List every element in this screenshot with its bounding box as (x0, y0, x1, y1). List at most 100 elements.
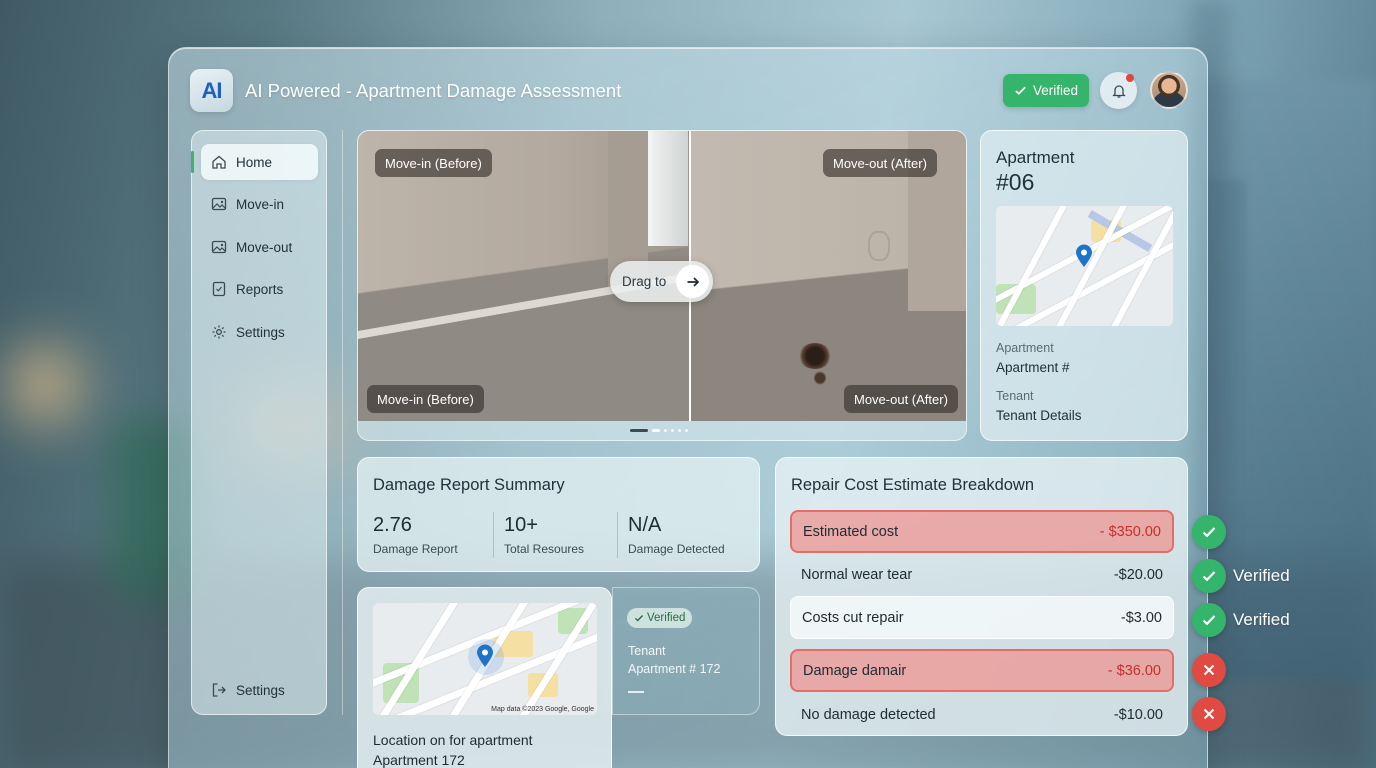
verified-badge[interactable]: Verified (1003, 74, 1089, 107)
sidebar-item-move-out[interactable]: Move-out (201, 229, 318, 265)
apartment-title: Apartment (996, 148, 1075, 167)
report-icon (211, 281, 227, 297)
app-window: AI AI Powered - Apartment Damage Assessm… (168, 47, 1290, 768)
avatar[interactable] (1150, 71, 1188, 109)
carpet-stain-small (814, 371, 826, 385)
carousel-dot[interactable] (664, 429, 667, 432)
stat-value: 10+ (504, 514, 538, 536)
label-after-top: Move-out (After) (823, 149, 937, 177)
verified-badge-label: Verified (1032, 83, 1079, 98)
background-lamp (10, 350, 80, 420)
location-map[interactable]: Map data ©2023 Google, Google (373, 603, 597, 715)
sidebar-item-label: Home (236, 154, 273, 170)
damage-summary-card: Damage Report Summary 2.76 Damage Report… (357, 457, 760, 572)
wall-damage-mark (868, 231, 890, 261)
carousel-dots[interactable] (630, 429, 688, 432)
app-logo: AI (190, 69, 233, 112)
logo-text: AI (201, 77, 223, 103)
sidebar-item-settings[interactable]: Settings (201, 314, 318, 350)
active-indicator (191, 151, 194, 173)
cost-row[interactable]: Estimated cost - $350.00 (790, 510, 1174, 553)
tenant-value[interactable]: Tenant Details (996, 408, 1082, 423)
tenant-card: Verified Tenant Apartment # 172 (612, 587, 760, 715)
tenant-label: Tenant (996, 389, 1034, 403)
tenant-divider (628, 691, 644, 693)
check-circle-icon[interactable] (1192, 603, 1226, 637)
repair-cost-card: Repair Cost Estimate Breakdown Estimated… (775, 457, 1188, 736)
status-verified-text: Verified (1233, 610, 1290, 629)
sidebar-item-home[interactable]: Home (201, 144, 318, 180)
carousel-dot[interactable] (671, 429, 674, 432)
logout-icon (211, 682, 227, 698)
map-pin-icon (1076, 244, 1092, 267)
cost-amount: -$20.00 (1113, 566, 1163, 583)
drag-handle[interactable]: Drag to (610, 261, 713, 302)
sidebar-item-label: Reports (236, 281, 284, 297)
check-icon (634, 615, 644, 622)
repair-title: Repair Cost Estimate Breakdown (791, 476, 1035, 494)
home-icon (211, 154, 227, 170)
arrow-right-icon (676, 265, 709, 298)
stat-label: Damage Detected (628, 542, 725, 556)
image-icon (211, 239, 227, 255)
status-verified-text: Verified (1233, 566, 1290, 585)
sidebar-item-move-in[interactable]: Move-in (201, 186, 318, 222)
summary-title: Damage Report Summary (373, 476, 565, 494)
cost-row[interactable]: Costs cut repair -$3.00 (790, 596, 1174, 639)
stat-total-resources: 10+ Total Resoures (504, 514, 584, 556)
photo-before-window (648, 131, 688, 246)
stat-divider (493, 512, 494, 558)
cost-label: Costs cut repair (802, 609, 904, 626)
map-attribution: Map data ©2023 Google, Google (491, 706, 594, 713)
cost-amount: - $36.00 (1107, 662, 1161, 679)
cost-label: Normal wear tear (801, 566, 913, 583)
x-circle-icon[interactable] (1192, 653, 1226, 687)
drag-label: Drag to (622, 274, 667, 289)
image-icon (211, 196, 227, 212)
notification-dot (1126, 74, 1134, 82)
app-title: AI Powered - Apartment Damage Assessment (245, 80, 622, 101)
sidebar-item-label: Settings (236, 324, 285, 340)
check-circle-icon[interactable] (1192, 515, 1226, 549)
sidebar-item-label: Move-in (236, 196, 285, 212)
bell-icon (1111, 84, 1126, 98)
sidebar-divider (342, 130, 343, 715)
sidebar-footer-label: Settings (236, 682, 285, 698)
apartment-map[interactable] (996, 206, 1173, 326)
cost-row[interactable]: Normal wear tear -$20.00 (790, 553, 1174, 596)
label-before-top: Move-in (Before) (375, 149, 492, 177)
gear-icon (211, 324, 227, 340)
apartment-value: Apartment # (996, 360, 1070, 375)
carousel-dot[interactable] (685, 429, 688, 432)
notifications-button[interactable] (1100, 72, 1137, 109)
stat-value: 2.76 (373, 514, 412, 536)
apartment-number: #06 (996, 169, 1035, 195)
cost-amount: -$3.00 (1120, 609, 1162, 626)
stat-label: Damage Report (373, 542, 458, 556)
location-card: Map data ©2023 Google, Google Location o… (357, 587, 612, 768)
stat-damage-detected: N/A Damage Detected (628, 514, 725, 556)
cost-amount: -$10.00 (1113, 706, 1163, 723)
sidebar-item-reports[interactable]: Reports (201, 271, 318, 307)
cost-row[interactable]: No damage detected -$10.00 (790, 693, 1174, 736)
cost-label: Damage damair (803, 662, 907, 679)
tenant-line-2: Apartment # 172 (628, 662, 721, 676)
stat-damage-report: 2.76 Damage Report (373, 514, 458, 556)
cost-label: Estimated cost (803, 523, 899, 540)
check-circle-icon[interactable] (1192, 559, 1226, 593)
tenant-line-1: Tenant (628, 644, 666, 658)
carousel-dot[interactable] (652, 429, 660, 432)
carpet-stain (798, 343, 832, 369)
x-circle-icon[interactable] (1192, 697, 1226, 731)
sidebar-item-label: Move-out (236, 239, 293, 255)
carousel-dot[interactable] (678, 429, 681, 432)
location-text: Location on for apartment Apartment 172 (373, 732, 533, 768)
stat-label: Total Resoures (504, 542, 585, 556)
cost-row[interactable]: Damage damair - $36.00 (790, 649, 1174, 692)
image-compare[interactable]: Move-in (Before) Move-out (After) Move-i… (357, 130, 967, 441)
apartment-label: Apartment (996, 341, 1054, 355)
tenant-verified-badge: Verified (627, 608, 693, 628)
tenant-verified-label: Verified (647, 612, 686, 624)
sidebar-footer-settings[interactable]: Settings (201, 672, 318, 708)
carousel-dot[interactable] (630, 429, 648, 432)
